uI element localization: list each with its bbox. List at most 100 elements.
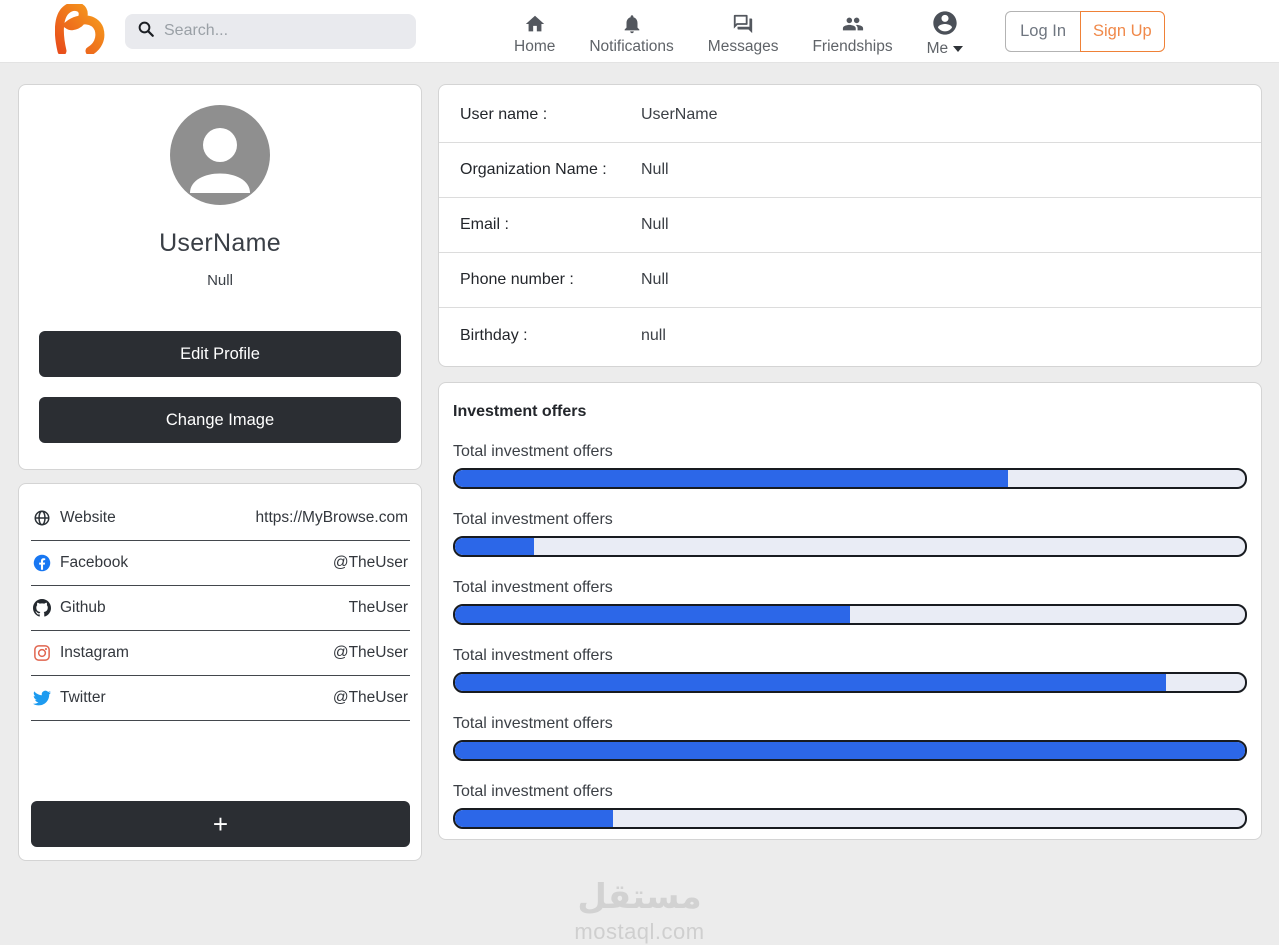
- nav-item-messages[interactable]: Messages: [707, 5, 779, 56]
- social-left: Twitter: [33, 689, 106, 707]
- progress-fill: [455, 470, 1008, 487]
- investment-offer-item: Total investment offers: [453, 715, 1247, 761]
- nav-items: Home Notifications Messages Friendships …: [514, 5, 964, 58]
- profile-card: UserName Null Edit Profile Change Image: [18, 84, 422, 470]
- add-social-link-button[interactable]: +: [31, 801, 410, 847]
- social-name: Website: [60, 509, 116, 526]
- social-value: @TheUser: [332, 554, 408, 571]
- detail-row-username: User name : UserName: [439, 88, 1261, 143]
- progress-fill: [455, 674, 1166, 691]
- nav-item-home[interactable]: Home: [514, 5, 555, 56]
- change-image-button[interactable]: Change Image: [39, 397, 401, 443]
- investment-offers-title: Investment offers: [453, 403, 587, 420]
- nav-label: Friendships: [812, 37, 893, 55]
- me-label-row: Me: [927, 40, 964, 58]
- detail-value: Null: [641, 161, 669, 178]
- detail-label: User name :: [460, 106, 548, 123]
- bell-icon: [621, 13, 643, 35]
- home-icon: [524, 13, 546, 35]
- me-avatar-icon: [931, 9, 959, 37]
- messages-icon: [732, 13, 754, 35]
- globe-icon: [33, 509, 51, 527]
- social-value: @TheUser: [332, 689, 408, 706]
- progress-bar: [453, 808, 1247, 829]
- social-name: Github: [60, 599, 106, 616]
- social-name: Instagram: [60, 644, 129, 661]
- investment-offer-item: Total investment offers: [453, 511, 1247, 557]
- main-content: UserName Null Edit Profile Change Image …: [0, 63, 1279, 861]
- twitter-icon: [33, 689, 51, 707]
- progress-label: Total investment offers: [453, 715, 613, 732]
- detail-row-birthday: Birthday : null: [439, 308, 1261, 363]
- right-column: User name : UserName Organization Name :…: [438, 84, 1262, 840]
- friends-icon: [841, 13, 865, 35]
- nav-label: Messages: [707, 37, 779, 55]
- progress-bar: [453, 672, 1247, 693]
- nav-label: Notifications: [589, 37, 674, 55]
- avatar: [170, 105, 270, 205]
- nav-item-friendships[interactable]: Friendships: [812, 5, 893, 56]
- investment-offer-item: Total investment offers: [453, 647, 1247, 693]
- social-link-twitter[interactable]: Twitter @TheUser: [31, 676, 410, 721]
- search-icon: [137, 20, 155, 43]
- detail-row-organization: Organization Name : Null: [439, 143, 1261, 198]
- investment-offer-item: Total investment offers: [453, 579, 1247, 625]
- social-link-instagram[interactable]: Instagram @TheUser: [31, 631, 410, 676]
- social-name: Facebook: [60, 554, 129, 571]
- profile-subtitle: Null: [207, 272, 233, 289]
- github-icon: [33, 599, 51, 617]
- brand-swirl-icon: [54, 1, 109, 59]
- progress-label: Total investment offers: [453, 647, 613, 664]
- social-link-website[interactable]: Website https://MyBrowse.com: [31, 496, 410, 541]
- social-left: Instagram: [33, 644, 129, 662]
- social-name: Twitter: [60, 689, 106, 706]
- progress-label: Total investment offers: [453, 511, 613, 528]
- investment-offers-card: Investment offers Total investment offer…: [438, 382, 1262, 840]
- nav-label: Home: [514, 37, 556, 55]
- detail-label: Birthday :: [460, 326, 528, 344]
- detail-label: Phone number :: [460, 271, 574, 288]
- detail-label: Organization Name :: [460, 161, 607, 178]
- nav-item-notifications[interactable]: Notifications: [589, 5, 674, 56]
- detail-row-email: Email : Null: [439, 198, 1261, 253]
- social-links-card: Website https://MyBrowse.com Facebook @T…: [18, 483, 422, 861]
- progress-fill: [455, 810, 613, 827]
- watermark-latin: mostaql.com: [574, 919, 705, 944]
- social-value: @TheUser: [332, 644, 408, 661]
- social-left: Website: [33, 509, 116, 527]
- social-link-github[interactable]: Github TheUser: [31, 586, 410, 631]
- progress-bar: [453, 468, 1247, 489]
- top-navbar: Home Notifications Messages: [0, 0, 1279, 63]
- signup-button[interactable]: Sign Up: [1080, 10, 1165, 52]
- progress-label: Total investment offers: [453, 783, 613, 800]
- progress-bar: [453, 604, 1247, 625]
- nav-label: Me: [926, 39, 949, 57]
- investment-offer-item: Total investment offers: [453, 443, 1247, 489]
- nav-item-me[interactable]: Me: [927, 5, 964, 58]
- watermark: مستقل mostaql.com: [0, 877, 1279, 945]
- progress-label: Total investment offers: [453, 579, 613, 596]
- social-left: Github: [33, 599, 106, 617]
- facebook-icon: [33, 554, 51, 572]
- progress-fill: [455, 538, 534, 555]
- progress-label: Total investment offers: [453, 443, 613, 460]
- search-box: [125, 13, 416, 49]
- detail-value: UserName: [641, 106, 718, 123]
- detail-value: Null: [641, 271, 669, 288]
- search-input[interactable]: [164, 22, 404, 40]
- left-column: UserName Null Edit Profile Change Image …: [18, 84, 422, 861]
- watermark-arabic: مستقل: [577, 878, 702, 916]
- profile-username: UserName: [159, 229, 281, 257]
- brand-logo[interactable]: [54, 1, 110, 59]
- investment-offer-item: Total investment offers: [453, 783, 1247, 829]
- login-button[interactable]: Log In: [1005, 10, 1081, 52]
- social-left: Facebook: [33, 554, 128, 572]
- social-link-facebook[interactable]: Facebook @TheUser: [31, 541, 410, 586]
- edit-profile-button[interactable]: Edit Profile: [39, 331, 401, 377]
- progress-fill: [455, 742, 1245, 759]
- progress-fill: [455, 606, 850, 623]
- detail-row-phone: Phone number : Null: [439, 253, 1261, 308]
- progress-bar: [453, 536, 1247, 557]
- progress-bar: [453, 740, 1247, 761]
- social-value: https://MyBrowse.com: [255, 509, 408, 526]
